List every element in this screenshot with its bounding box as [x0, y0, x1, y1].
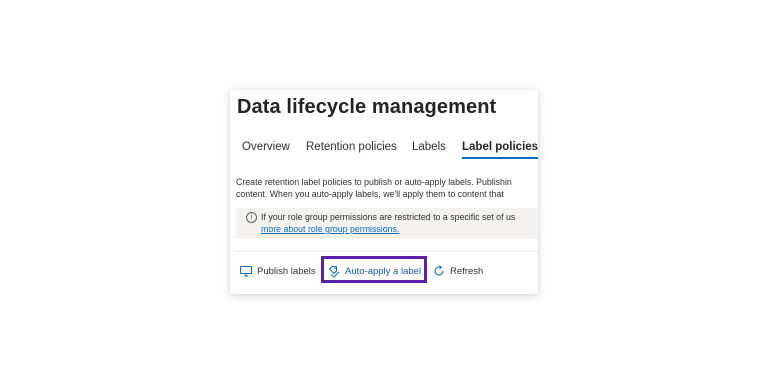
tab-retention-policies[interactable]: Retention policies: [306, 141, 397, 159]
page-card: Data lifecycle management Overview Reten…: [230, 90, 538, 294]
tab-label-policies[interactable]: Label policies: [462, 141, 538, 159]
info-icon: i: [246, 212, 257, 223]
auto-apply-label-button[interactable]: Auto-apply a label: [328, 263, 421, 279]
role-group-permissions-link[interactable]: more about role group permissions.: [261, 224, 399, 235]
info-banner: i If your role group permissions are res…: [235, 208, 538, 239]
page-description: Create retention label policies to publi…: [236, 176, 538, 200]
refresh-icon: [434, 265, 444, 276]
auto-apply-icon: [328, 265, 340, 278]
description-line-2: content. When you auto-apply labels, we'…: [236, 189, 504, 199]
publish-labels-label: Publish labels: [257, 265, 316, 277]
publish-labels-button[interactable]: Publish labels: [240, 263, 316, 279]
publish-icon: [240, 265, 252, 276]
auto-apply-label-text: Auto-apply a label: [345, 265, 422, 277]
refresh-label: Refresh: [450, 265, 484, 277]
info-banner-text: If your role group permissions are restr…: [261, 212, 516, 222]
tab-overview[interactable]: Overview: [242, 141, 290, 159]
divider: [235, 251, 538, 252]
page-title: Data lifecycle management: [237, 96, 497, 118]
refresh-button[interactable]: Refresh: [433, 263, 483, 279]
tab-labels[interactable]: Labels: [412, 141, 446, 159]
description-line-1: Create retention label policies to publi…: [236, 177, 512, 187]
